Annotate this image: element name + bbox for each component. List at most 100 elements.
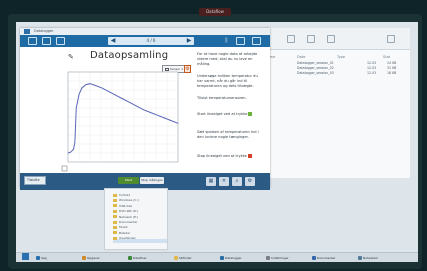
save-icon[interactable] — [42, 37, 51, 45]
instruction-text: Sæt spidsen af temperaturen ind i den lu… — [197, 130, 259, 139]
taskbar-app-icon — [128, 256, 132, 260]
file-row-date: 12.03 — [367, 61, 377, 65]
data-point — [78, 94, 80, 95]
column-header-date[interactable]: Date — [297, 55, 305, 59]
instruction-paragraph: Undersøge hvilken temperatur du har varm… — [197, 74, 261, 89]
document-icon[interactable] — [56, 37, 65, 45]
taskbar-app-icon — [312, 256, 316, 260]
page-indicator: 4 / 6 — [146, 38, 156, 43]
taskbar-item[interactable]: Dataflow — [128, 254, 146, 262]
folder-icon — [113, 209, 117, 213]
view-icon[interactable] — [387, 35, 395, 43]
file-row-date: 12.03 — [367, 66, 377, 70]
taskbar-item[interactable]: Datalogger — [220, 254, 242, 262]
data-point — [70, 151, 72, 153]
nav-item[interactable]: Indhold — [113, 193, 130, 197]
data-point — [143, 109, 144, 111]
window-titlebar: Datalogger — [20, 28, 270, 35]
file-row-name[interactable]: Datalogger_session_02 — [297, 66, 334, 70]
zoom-fit-icon[interactable] — [61, 165, 68, 172]
column-header-type[interactable]: Type — [337, 55, 345, 59]
taskbar-item-label: Stifinder — [179, 256, 192, 260]
bluetooth-icon[interactable]: ᛒ — [222, 37, 231, 45]
file-row-size: 31 KB — [387, 66, 397, 70]
taskbar-item[interactable]: Stifinder — [174, 254, 192, 262]
table-icon[interactable]: ▦ — [206, 177, 216, 186]
column-header-size[interactable]: Size — [383, 55, 390, 59]
folder-icon — [113, 231, 117, 235]
folder-icon — [113, 204, 117, 208]
nav-item-label: Dokumenter — [119, 220, 138, 224]
app-toolbar: ◀ 4 / 6 ▶ ᛒ — [20, 35, 270, 47]
instruction-text: For at have nogle data at arbejde videre… — [197, 52, 258, 66]
taskbar-item-label: Søg — [41, 256, 47, 260]
file-row-name[interactable]: Datalogger_session_03 — [297, 71, 334, 75]
file-row-size: 24 KB — [387, 61, 397, 65]
nav-item[interactable]: Netværk (E:) — [113, 215, 138, 219]
nav-item[interactable]: Overførsler — [113, 236, 136, 240]
nav-item-label: Netværk (E:) — [119, 214, 139, 219]
data-point — [177, 122, 179, 124]
taskbar-item[interactable]: Notesblok — [358, 254, 378, 262]
nav-item[interactable]: Dokumenter — [113, 220, 138, 224]
stop-button[interactable]: Stop målingen — [140, 177, 164, 184]
menu-icon[interactable] — [28, 37, 37, 45]
window-title: Datalogger — [34, 29, 54, 33]
up-icon[interactable] — [327, 35, 335, 43]
folder-icon — [113, 225, 117, 229]
nav-item-label: Windows (C:) — [119, 198, 139, 203]
file-row-name[interactable]: Datalogger_session_01 — [297, 61, 334, 65]
nav-item-label: Indhold — [119, 193, 131, 197]
taskbar-item[interactable]: Opgaver — [82, 254, 100, 262]
settings-icon[interactable]: ⚙ — [245, 177, 255, 186]
folder-icon — [113, 198, 117, 202]
instruction-paragraph: Stop linealget ved at trykke — [197, 154, 261, 159]
taskbar-item[interactable]: Indstillinger — [266, 254, 289, 262]
data-point — [81, 87, 83, 89]
instruction-paragraph: For at have nogle data at arbejde videre… — [197, 52, 261, 67]
folder-icon — [113, 236, 117, 240]
start-menu-icon[interactable] — [22, 253, 29, 260]
taskbar-app-icon — [36, 256, 40, 260]
taskbar-app-icon — [82, 256, 86, 260]
taskbar-app-icon — [266, 256, 270, 260]
instruction-text: Tilslut temperatursensoren. — [197, 96, 247, 100]
taskbar-item[interactable]: Dokumenter — [312, 254, 336, 262]
nav-item[interactable]: USB-disk — [113, 204, 132, 208]
device-icon[interactable] — [236, 37, 245, 45]
data-point — [136, 105, 138, 107]
next-page-icon[interactable]: ▶ — [185, 37, 193, 45]
start-button[interactable]: Start — [118, 177, 139, 184]
forward-icon[interactable] — [307, 35, 315, 43]
taskbar-item[interactable]: Søg — [36, 254, 47, 262]
nav-item-label: Billeder — [119, 230, 131, 235]
data-point — [67, 152, 69, 154]
nav-item-label: Musik — [119, 225, 128, 230]
zoom-icon[interactable]: ⌕ — [232, 177, 242, 186]
camera-icon[interactable] — [252, 37, 261, 45]
nav-item[interactable]: Musik — [113, 225, 128, 229]
nav-item[interactable]: DVD-RW (D:) — [113, 209, 138, 213]
data-point — [163, 117, 165, 119]
nav-item[interactable]: Billeder — [113, 231, 130, 235]
datalogger-window: Datalogger ◀ 4 / 6 ▶ ᛒ ✎ Dataopsamling S… — [20, 28, 270, 188]
instruction-text: Start linealget ved at trykke — [197, 112, 248, 116]
previous-page-icon[interactable]: ◀ — [109, 37, 117, 45]
data-point — [157, 114, 158, 116]
chart-panel: ✎ Dataopsamling Sensor 1 ⚙ — [42, 50, 192, 180]
line-chart[interactable] — [42, 50, 192, 180]
monitor-label: Dataflow — [199, 8, 231, 16]
instruction-text: Undersøge hvilken temperatur du har varm… — [197, 74, 258, 88]
data-point — [129, 102, 131, 103]
data-point — [115, 95, 117, 96]
mode-select[interactable]: Tilslutte — [24, 176, 46, 185]
folder-icon — [113, 193, 117, 197]
tools-icon[interactable]: ✕ — [219, 177, 229, 186]
back-icon[interactable] — [287, 35, 295, 43]
data-point — [170, 120, 172, 121]
file-row-size: 18 KB — [387, 71, 397, 75]
taskbar: Søg Opgaver Dataflow Stifinder Datalogger Ind… — [16, 252, 418, 262]
nav-item[interactable]: Windows (C:) — [113, 198, 139, 202]
data-point — [150, 112, 151, 113]
explorer-toolbar — [247, 28, 410, 50]
